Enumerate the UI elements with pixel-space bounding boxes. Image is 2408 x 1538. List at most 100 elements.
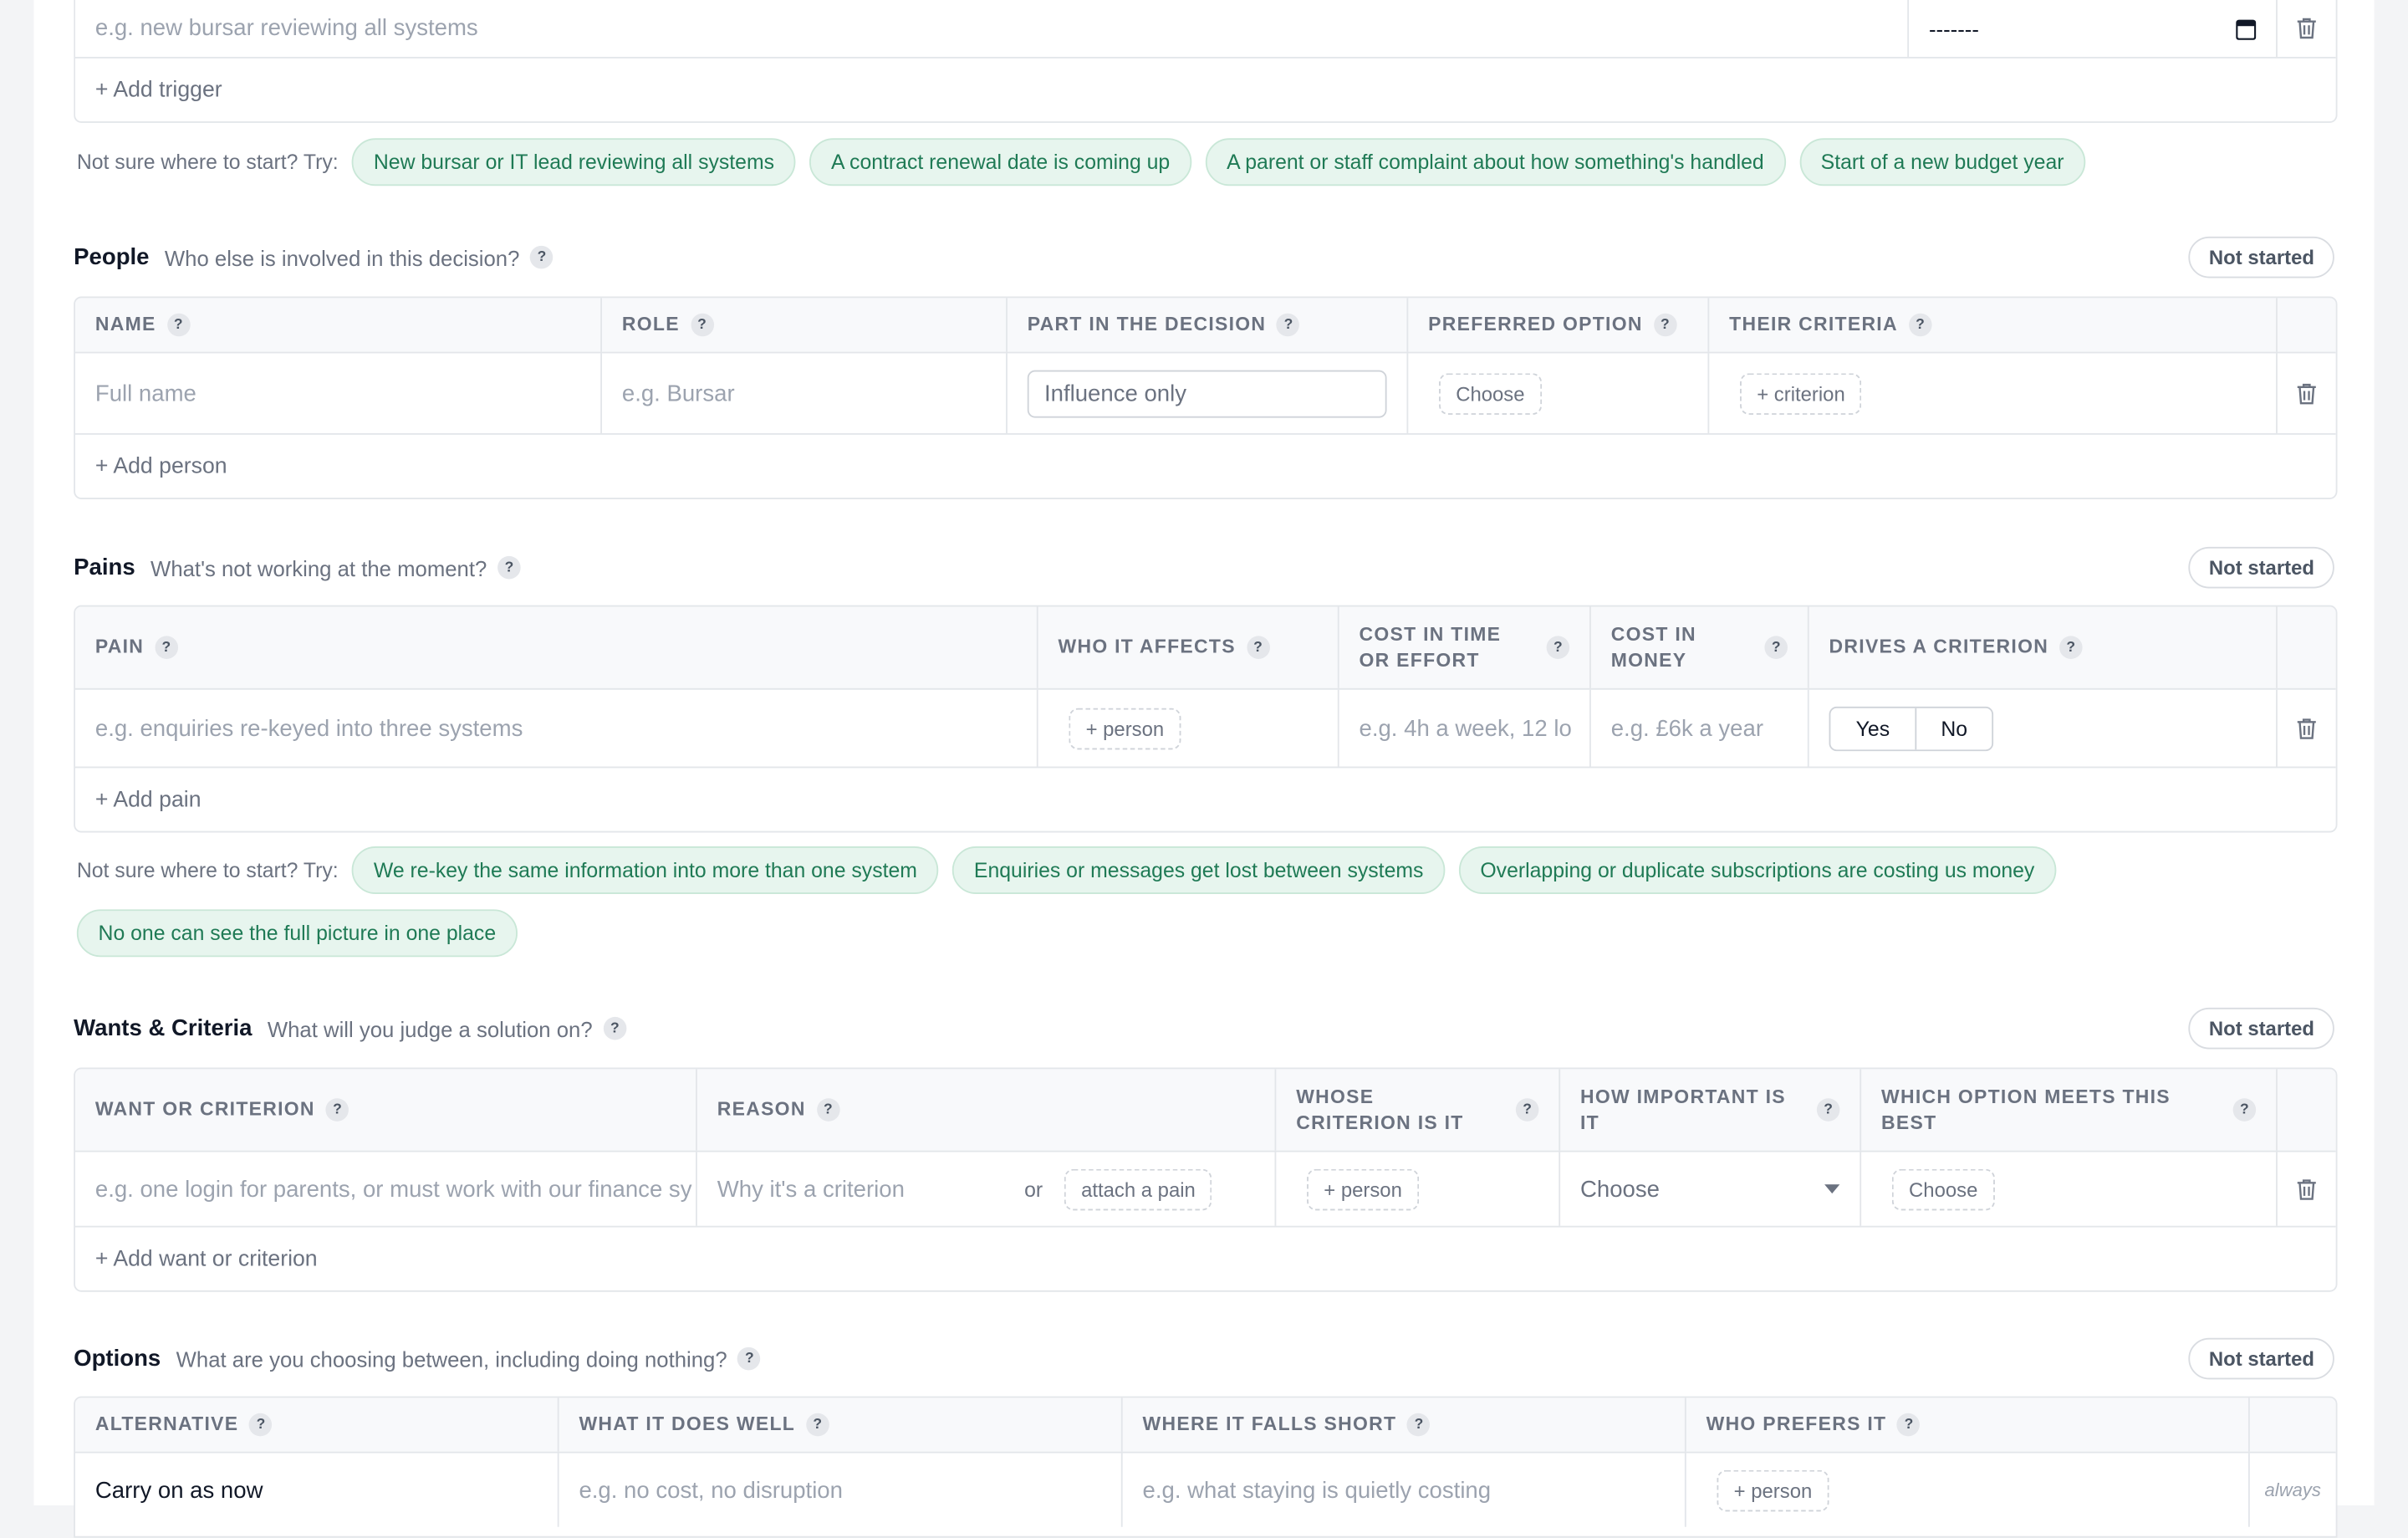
reason-cell: Why it's a criterion or attach a pain (697, 1152, 1277, 1226)
status-badge[interactable]: Not started (2189, 1337, 2334, 1380)
help-icon[interactable]: ? (530, 245, 554, 269)
suggestions-label: Not sure where to start? Try: (76, 151, 339, 174)
add-pain-button[interactable]: + Add pain (75, 768, 2336, 830)
does-well-input[interactable]: e.g. no cost, no disruption (559, 1453, 1123, 1527)
table-row: Full name e.g. Bursar Influence only Cho… (75, 353, 2336, 435)
suggestion-chip[interactable]: A contract renewal date is coming up (809, 138, 1191, 187)
table-row: Carry on as now e.g. no cost, no disrupt… (75, 1453, 2336, 1527)
delete-trigger-button[interactable] (2278, 0, 2336, 57)
help-icon[interactable]: ? (2059, 636, 2083, 659)
column-header (2250, 1397, 2336, 1451)
add-person-button[interactable]: + person (1307, 1168, 1420, 1210)
role-input[interactable]: e.g. Bursar (602, 353, 1008, 433)
pain-input[interactable]: e.g. enquiries re-keyed into three syste… (75, 689, 1038, 767)
delete-want-button[interactable] (2278, 1152, 2336, 1226)
trigger-suggestions: Not sure where to start? Try: New bursar… (74, 138, 2334, 187)
column-header: Reason? (697, 1069, 1277, 1151)
decision-part-cell: Influence only (1008, 353, 1409, 433)
column-header: How important is it? (1560, 1069, 1862, 1151)
help-icon[interactable]: ? (1407, 1413, 1431, 1437)
status-badge[interactable]: Not started (2189, 236, 2334, 278)
help-icon[interactable]: ? (1653, 313, 1677, 337)
help-icon[interactable]: ? (690, 313, 714, 337)
decision-part-input[interactable]: Influence only (1027, 369, 1387, 417)
importance-select[interactable]: Choose (1560, 1152, 1862, 1226)
add-trigger-button[interactable]: + Add trigger (75, 59, 2336, 121)
money-cost-input[interactable]: e.g. £6k a year (1591, 689, 1809, 767)
help-icon[interactable]: ? (1515, 1098, 1539, 1122)
add-want-button[interactable]: + Add want or criterion (75, 1228, 2336, 1290)
help-icon[interactable]: ? (497, 555, 521, 580)
delete-person-button[interactable] (2278, 353, 2336, 433)
help-icon[interactable]: ? (249, 1413, 273, 1437)
help-icon[interactable]: ? (816, 1098, 840, 1122)
suggestion-chip[interactable]: We re-key the same information into more… (352, 846, 939, 894)
suggestion-chip[interactable]: Overlapping or duplicate subscriptions a… (1458, 846, 2057, 894)
add-person-button[interactable]: + Add person (75, 435, 2336, 498)
help-icon[interactable]: ? (2232, 1098, 2257, 1122)
help-icon[interactable]: ? (1546, 636, 1570, 659)
suggestion-chip[interactable]: New bursar or IT lead reviewing all syst… (352, 138, 796, 187)
chevron-down-icon (1824, 1184, 1840, 1194)
help-icon[interactable]: ? (1897, 1413, 1921, 1437)
always-note: always (2264, 1479, 2321, 1501)
column-header: Who it affects? (1038, 606, 1339, 688)
section-subtitle: Who else is involved in this decision?? (165, 245, 554, 269)
column-header: Part in the decision? (1008, 298, 1409, 352)
choose-option-button[interactable]: Choose (1439, 372, 1542, 415)
help-icon[interactable]: ? (737, 1346, 762, 1371)
trash-icon (2297, 1178, 2316, 1199)
no-button[interactable]: No (1915, 707, 1992, 749)
trigger-input[interactable]: e.g. new bursar reviewing all systems (75, 0, 1910, 57)
alternative-input[interactable]: Carry on as now (75, 1453, 559, 1527)
importance-value: Choose (1580, 1176, 1660, 1203)
help-icon[interactable]: ? (155, 636, 178, 659)
column-header: Name? (75, 298, 603, 352)
add-person-button[interactable]: + person (1069, 707, 1181, 749)
or-label: or (1024, 1177, 1043, 1201)
suggestion-chip[interactable]: A parent or staff complaint about how so… (1205, 138, 1786, 187)
table-header: Want or criterion? Reason? Whose criteri… (75, 1069, 2336, 1152)
suggestion-chip[interactable]: Start of a new budget year (1798, 138, 2086, 187)
delete-pain-button[interactable] (2278, 690, 2336, 767)
table-header: Name? Role? Part in the decision? Prefer… (75, 298, 2336, 354)
name-input[interactable]: Full name (75, 353, 603, 433)
falls-short-input[interactable]: e.g. what staying is quietly costing (1123, 1453, 1686, 1527)
help-icon[interactable]: ? (805, 1413, 829, 1437)
section-title: Options (74, 1345, 161, 1372)
options-table: Alternative? What it does well? Where it… (74, 1396, 2338, 1538)
status-badge[interactable]: Not started (2189, 546, 2334, 589)
time-cost-input[interactable]: e.g. 4h a week, 12 lo (1339, 689, 1591, 767)
their-criteria-cell: + criterion (1709, 353, 2278, 433)
reason-input[interactable]: Why it's a criterion (717, 1176, 1024, 1202)
section-title: Pains (74, 554, 135, 581)
suggestion-chip[interactable]: Enquiries or messages get lost between s… (952, 846, 1446, 894)
people-section-header: People Who else is involved in this deci… (74, 236, 2334, 278)
section-subtitle: What will you judge a solution on?? (268, 1016, 627, 1040)
help-icon[interactable]: ? (166, 313, 191, 337)
add-person-button[interactable]: + person (1717, 1469, 1829, 1511)
help-icon[interactable]: ? (1764, 636, 1788, 659)
section-title: People (74, 244, 150, 271)
yes-button[interactable]: Yes (1830, 708, 1915, 749)
add-criterion-button[interactable]: + criterion (1740, 372, 1862, 415)
calendar-icon[interactable] (2236, 18, 2257, 39)
want-input[interactable]: e.g. one login for parents, or must work… (75, 1152, 697, 1226)
table-row: e.g. new bursar reviewing all systems --… (75, 0, 2336, 59)
people-table: Name? Role? Part in the decision? Prefer… (74, 296, 2338, 499)
pains-section-header: Pains What's not working at the moment??… (74, 546, 2334, 589)
status-badge[interactable]: Not started (2189, 1007, 2334, 1050)
attach-pain-button[interactable]: attach a pain (1064, 1168, 1213, 1210)
who-affects-cell: + person (1038, 689, 1339, 767)
column-header: Where it falls short? (1123, 1397, 1686, 1452)
trigger-date-input[interactable]: ------- (1909, 0, 2278, 57)
suggestion-chip[interactable]: No one can see the full picture in one p… (76, 909, 518, 958)
help-icon[interactable]: ? (325, 1098, 349, 1122)
table-row: e.g. one login for parents, or must work… (75, 1152, 2336, 1228)
help-icon[interactable]: ? (1246, 636, 1270, 659)
choose-option-button[interactable]: Choose (1891, 1168, 1995, 1210)
help-icon[interactable]: ? (1908, 313, 1932, 337)
help-icon[interactable]: ? (1277, 313, 1300, 337)
help-icon[interactable]: ? (1816, 1098, 1840, 1122)
help-icon[interactable]: ? (603, 1016, 627, 1040)
